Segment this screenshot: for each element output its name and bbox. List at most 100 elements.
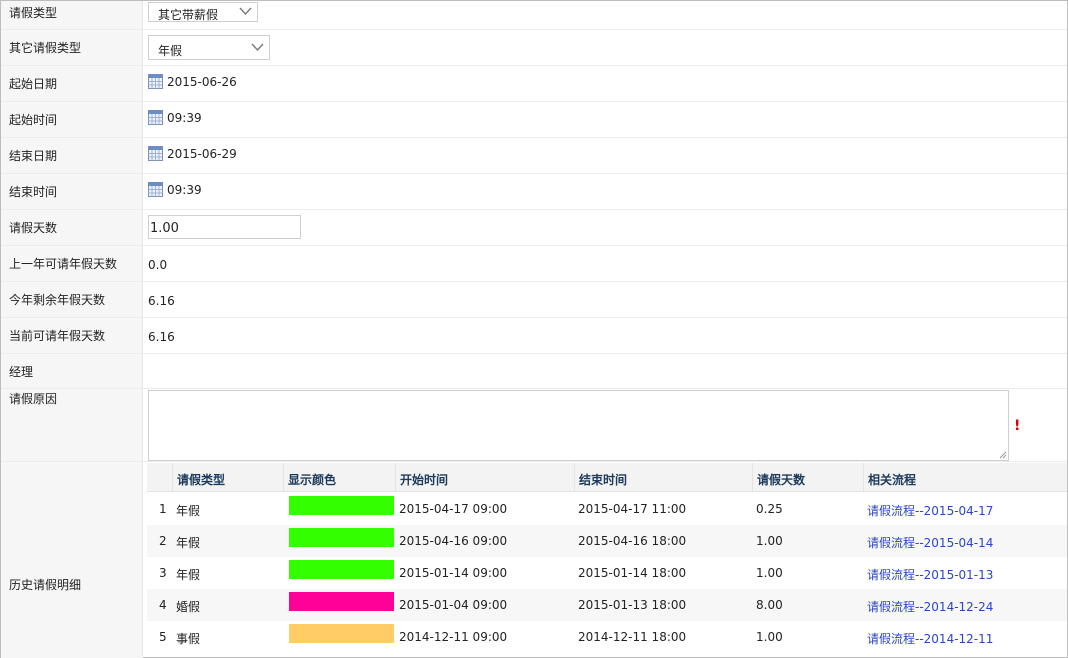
other-leave-type-select[interactable]: 年假 [148,35,270,60]
row-leave-type: 年假 [176,568,201,582]
row-leave-days: 请假天数 [1,210,1067,246]
row-start-time: 2015-01-04 09:00 [399,598,508,612]
leave-days-label: 请假天数 [1,210,143,245]
row-leave-type: 年假 [176,536,201,550]
row-end-time: 2015-01-14 18:00 [578,566,687,580]
row-leave-days: 8.00 [756,598,783,612]
row-manager: 经理 [1,354,1067,389]
col-start-time[interactable]: 开始时间 [395,463,574,492]
row-leave-days: 0.25 [756,502,783,516]
color-swatch [289,496,394,515]
row-leave-type: 年假 [176,504,201,518]
history-table-header: 请假类型 显示颜色 开始时间 结束时间 请假天数 相关流程 [147,463,1067,492]
col-display-color[interactable]: 显示颜色 [283,463,395,492]
row-leave-type: 事假 [176,632,201,646]
other-leave-type-label: 其它请假类型 [1,30,143,65]
current-days-value: 6.16 [148,330,175,344]
row-index: 3 [159,566,167,580]
start-date-field[interactable]: 2015-06-26 [148,74,237,89]
resize-grip-icon[interactable] [999,451,1007,459]
last-year-days-value: 0.0 [148,258,168,272]
leave-type-label: 请假类型 [1,1,143,29]
end-time-field[interactable]: 09:39 [148,182,202,197]
end-time-label: 结束时间 [1,174,143,209]
leave-days-input[interactable] [148,215,301,239]
row-index: 4 [159,598,167,612]
calendar-icon[interactable] [148,74,163,89]
row-current-days: 当前可请年假天数 6.16 [1,318,1067,354]
related-flow-link[interactable]: 请假流程--2014-12-24 [867,598,993,615]
row-leave-type: 婚假 [176,600,201,614]
col-end-time[interactable]: 结束时间 [574,463,752,492]
history-label: 历史请假明细 [1,462,143,658]
row-leave-days: 1.00 [756,630,783,644]
leave-request-form: 请假类型 其它带薪假 其它请假类型 年假 起始日期 2015-06-26 起始时… [0,0,1068,658]
table-row[interactable]: 2 年假 2015-04-16 09:00 2015-04-16 18:00 1.00 请… [147,525,1067,557]
related-flow-link[interactable]: 请假流程--2015-01-13 [867,566,993,583]
row-other-leave-type: 其它请假类型 年假 [1,30,1067,66]
start-time-value: 09:39 [167,111,202,125]
row-start-time: 2014-12-11 09:00 [399,630,508,644]
start-time-field[interactable]: 09:39 [148,110,202,125]
row-start-date: 起始日期 2015-06-26 [1,66,1067,102]
row-leave-days: 1.00 [756,566,783,580]
remaining-days-value: 6.16 [148,294,175,308]
related-flow-link[interactable]: 请假流程--2015-04-17 [867,502,993,519]
color-swatch [289,624,394,643]
table-row[interactable]: 3 年假 2015-01-14 09:00 2015-01-14 18:00 1.00 请… [147,557,1067,589]
row-leave-days: 1.00 [756,534,783,548]
row-end-time: 2015-04-17 11:00 [578,502,687,516]
row-index: 2 [159,534,167,548]
table-row[interactable]: 5 事假 2014-12-11 09:00 2014-12-11 18:00 1.00 请… [147,621,1067,653]
row-start-time: 2015-04-17 09:00 [399,502,508,516]
reason-textarea[interactable] [148,390,1009,461]
calendar-icon[interactable] [148,146,163,161]
remaining-days-label: 今年剩余年假天数 [1,282,143,317]
start-time-label: 起始时间 [1,102,143,137]
related-flow-link[interactable]: 请假流程--2014-12-11 [867,630,993,647]
end-date-field[interactable]: 2015-06-29 [148,146,237,161]
row-start-time: 起始时间 09:39 [1,102,1067,138]
leave-type-select[interactable]: 其它带薪假 [148,2,258,22]
current-days-label: 当前可请年假天数 [1,318,143,353]
chevron-down-icon [251,43,264,52]
history-table: 请假类型 显示颜色 开始时间 结束时间 请假天数 相关流程 1 年假 2015-04… [147,463,1067,646]
row-start-time: 2015-01-14 09:00 [399,566,508,580]
color-swatch [289,560,394,579]
row-reason: 请假原因 ! [1,389,1067,462]
end-date-value: 2015-06-29 [167,147,237,161]
color-swatch [289,528,394,547]
col-related-flow[interactable]: 相关流程 [863,463,1067,492]
leave-type-value: 其它带薪假 [158,8,219,22]
end-date-label: 结束日期 [1,138,143,173]
row-leave-type: 请假类型 其它带薪假 [1,1,1067,30]
start-date-label: 起始日期 [1,66,143,101]
color-swatch [289,592,394,611]
other-leave-type-value: 年假 [158,44,183,58]
row-history: 历史请假明细 请假类型 显示颜色 开始时间 结束时间 请假天数 相关流程 1 年假… [1,462,1067,658]
row-last-year-days: 上一年可请年假天数 0.0 [1,246,1067,282]
row-index: 1 [159,502,167,516]
end-time-value: 09:39 [167,183,202,197]
required-mark: ! [1014,418,1021,434]
related-flow-link[interactable]: 请假流程--2015-04-14 [867,534,993,551]
row-end-time: 2014-12-11 18:00 [578,630,687,644]
row-remaining-days: 今年剩余年假天数 6.16 [1,282,1067,318]
row-index: 5 [159,630,167,644]
last-year-days-label: 上一年可请年假天数 [1,246,143,281]
table-row[interactable]: 1 年假 2015-04-17 09:00 2015-04-17 11:00 0.25 请… [147,493,1067,525]
row-end-date: 结束日期 2015-06-29 [1,138,1067,174]
col-leave-days[interactable]: 请假天数 [752,463,863,492]
calendar-icon[interactable] [148,110,163,125]
manager-label: 经理 [1,354,143,388]
table-row[interactable]: 4 婚假 2015-01-04 09:00 2015-01-13 18:00 8.00 请… [147,589,1067,621]
start-date-value: 2015-06-26 [167,75,237,89]
col-leave-type[interactable]: 请假类型 [172,463,283,492]
row-end-time: 2015-04-16 18:00 [578,534,687,548]
row-end-time: 结束时间 09:39 [1,174,1067,210]
row-end-time: 2015-01-13 18:00 [578,598,687,612]
reason-label: 请假原因 [1,389,143,461]
chevron-down-icon [239,7,252,16]
calendar-icon[interactable] [148,182,163,197]
row-start-time: 2015-04-16 09:00 [399,534,508,548]
